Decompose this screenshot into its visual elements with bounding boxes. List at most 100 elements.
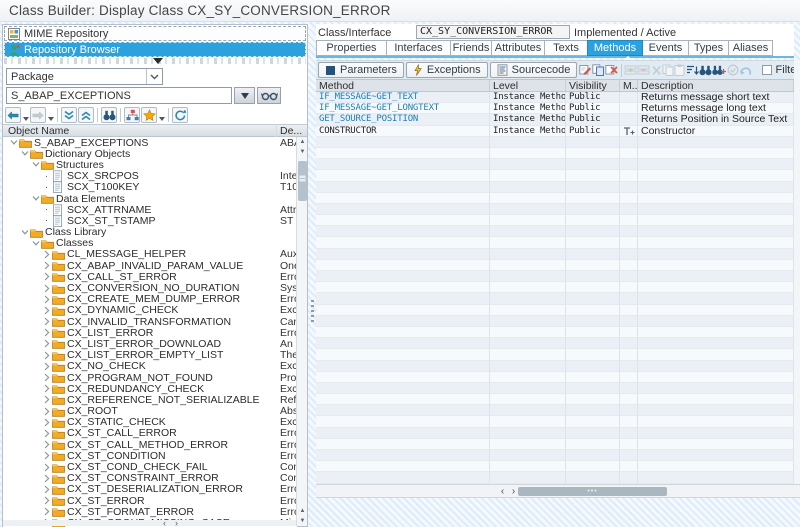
tree-item-cx_abap_invalid_param_value[interactable]: CX_ABAP_INVALID_PARAM_VALUEOne pa: [3, 260, 297, 271]
tree-item-s_abap_exceptions[interactable]: S_ABAP_EXCEPTIONSABAP F: [3, 137, 297, 148]
panel-resize-handle[interactable]: [153, 58, 163, 64]
chevron-expanded-icon[interactable]: [30, 195, 41, 202]
chevron-collapsed-icon[interactable]: [41, 384, 52, 393]
chevron-expanded-icon[interactable]: [19, 150, 30, 157]
tree-item-class library[interactable]: Class Library: [3, 227, 297, 238]
tree-item-classes[interactable]: Classes: [3, 238, 297, 249]
chevron-collapsed-icon[interactable]: [41, 496, 52, 505]
tab-attributes[interactable]: Attributes: [491, 40, 545, 56]
column-m[interactable]: M..: [620, 80, 638, 91]
scrollbar-thumb[interactable]: •••: [518, 487, 667, 496]
tree-item-cx_st_call_method_error[interactable]: CX_ST_CALL_METHOD_ERRORError in: [3, 439, 297, 450]
chevron-collapsed-icon[interactable]: [41, 284, 52, 293]
tab-friends[interactable]: Friends: [450, 40, 492, 56]
tree-item-cx_static_check[interactable]: CX_STATIC_CHECKExcept: [3, 417, 297, 428]
dropdown-arrow-icon[interactable]: [158, 107, 165, 123]
method-row-get_source_position[interactable]: GET_SOURCE_POSITIONInstance MethodPublic…: [316, 114, 794, 125]
chevron-expanded-icon[interactable]: [30, 161, 41, 168]
tree-item-cx_conversion_no_duration[interactable]: CX_CONVERSION_NO_DURATIONSystem: [3, 282, 297, 293]
chevron-collapsed-icon[interactable]: [41, 317, 52, 326]
delete-method-icon[interactable]: [605, 63, 618, 78]
tree-item-scx_attrname[interactable]: ·SCX_ATTRNAMEAttribut: [3, 204, 297, 215]
tree-item-cx_program_not_found[interactable]: CX_PROGRAM_NOT_FOUNDProgra: [3, 372, 297, 383]
scroll-down-icon[interactable]: ▼: [297, 516, 308, 526]
tab-interfaces[interactable]: Interfaces: [386, 40, 451, 56]
chevron-collapsed-icon[interactable]: [41, 328, 52, 337]
chevron-collapsed-icon[interactable]: [41, 451, 52, 460]
back-arrow-button[interactable]: [5, 107, 21, 123]
method-name[interactable]: IF_MESSAGE~GET_LONGTEXT: [316, 103, 490, 114]
tree-item-cx_no_check[interactable]: CX_NO_CHECKExcept: [3, 361, 297, 372]
chevron-expanded-icon[interactable]: [8, 139, 19, 146]
signature-icon[interactable]: [579, 63, 592, 78]
column-description[interactable]: Description: [638, 80, 794, 91]
scroll-up-icon[interactable]: ▲: [297, 506, 308, 516]
chevron-collapsed-icon[interactable]: [41, 418, 52, 427]
chevron-collapsed-icon[interactable]: [41, 429, 52, 438]
tree-item-dictionary objects[interactable]: Dictionary Objects: [3, 148, 297, 159]
tree-item-cx_dynamic_check[interactable]: CX_DYNAMIC_CHECKExcept: [3, 305, 297, 316]
tab-properties[interactable]: Properties: [316, 40, 387, 56]
nav-item-repository-browser[interactable]: Repository Browser: [4, 42, 306, 57]
chevron-expanded-icon[interactable]: [19, 229, 30, 236]
tab-methods[interactable]: Methods: [587, 40, 643, 56]
tree-item-cx_root[interactable]: CX_ROOTAbstra: [3, 406, 297, 417]
scroll-left-icon[interactable]: ‹: [497, 486, 508, 497]
tab-events[interactable]: Events: [642, 40, 689, 56]
chevron-collapsed-icon[interactable]: [41, 261, 52, 270]
panel-splitter[interactable]: [309, 24, 316, 527]
chevron-collapsed-icon[interactable]: [41, 250, 52, 259]
method-name[interactable]: CONSTRUCTOR: [316, 126, 490, 137]
dropdown-arrow-icon[interactable]: [22, 107, 29, 123]
tree-item-cx_invalid_transformation[interactable]: CX_INVALID_TRANSFORMATIONCannot: [3, 316, 297, 327]
tree-item-cx_list_error_download[interactable]: CX_LIST_ERROR_DOWNLOADAn erro: [3, 338, 297, 349]
chevron-collapsed-icon[interactable]: [41, 440, 52, 449]
tree-item-cx_st_condition[interactable]: CX_ST_CONDITIONError P: [3, 450, 297, 461]
tree-item-cl_message_helper[interactable]: CL_MESSAGE_HELPERAuxiliar: [3, 249, 297, 260]
parameters-button[interactable]: Parameters: [318, 62, 404, 78]
chevron-collapsed-icon[interactable]: [41, 474, 52, 483]
chevron-collapsed-icon[interactable]: [41, 463, 52, 472]
collapse-all-button[interactable]: [61, 107, 77, 123]
copy-method-icon[interactable]: [592, 63, 605, 78]
tree-item-cx_reference_not_serializable[interactable]: CX_REFERENCE_NOT_SERIALIZABLERefere: [3, 394, 297, 405]
tree-item-data elements[interactable]: Data Elements: [3, 193, 297, 204]
method-name[interactable]: IF_MESSAGE~GET_TEXT: [316, 92, 490, 103]
tree-item-scx_t100key[interactable]: ·SCX_T100KEYT100 K: [3, 182, 297, 193]
chevron-expanded-icon[interactable]: [30, 240, 41, 247]
scroll-right-icon[interactable]: ›: [175, 520, 178, 526]
sort-icon[interactable]: [686, 63, 699, 78]
favorites-star-button[interactable]: [141, 107, 157, 123]
nav-item-mime-repository[interactable]: MIME Repository: [4, 26, 306, 41]
tab-texts[interactable]: Texts: [544, 40, 588, 56]
chevron-collapsed-icon[interactable]: [41, 395, 52, 404]
tree-item-cx_call_st_error[interactable]: CX_CALL_ST_ERRORError D: [3, 271, 297, 282]
chevron-collapsed-icon[interactable]: [41, 295, 52, 304]
package-dropdown-button[interactable]: [234, 87, 255, 104]
tree-item-cx_list_error_empty_list[interactable]: CX_LIST_ERROR_EMPTY_LISTThe list: [3, 350, 297, 361]
chevron-collapsed-icon[interactable]: [41, 485, 52, 494]
tree-item-cx_list_error[interactable]: CX_LIST_ERRORError in: [3, 327, 297, 338]
chevron-collapsed-icon[interactable]: [41, 306, 52, 315]
chevron-collapsed-icon[interactable]: [41, 339, 52, 348]
browse-scope-dropdown[interactable]: Package: [6, 68, 163, 85]
scrollbar-thumb[interactable]: [298, 161, 307, 201]
scroll-left-icon[interactable]: ‹: [163, 520, 166, 526]
display-button[interactable]: [257, 87, 281, 104]
tree-item-scx_st_tstamp[interactable]: ·SCX_ST_TSTAMPST Tim: [3, 215, 297, 226]
tree-item-cx_st_cond_check_fail[interactable]: CX_ST_COND_CHECK_FAILConditi: [3, 461, 297, 472]
scroll-down-icon[interactable]: ▼: [297, 147, 308, 157]
tree-item-cx_redundancy_check[interactable]: CX_REDUNDANCY_CHECKExcept: [3, 383, 297, 394]
chevron-collapsed-icon[interactable]: [41, 507, 52, 516]
expand-all-button[interactable]: [78, 107, 94, 123]
tree-item-cx_st_format_error[interactable]: CX_ST_FORMAT_ERRORError P: [3, 506, 297, 517]
column-level[interactable]: Level: [490, 80, 566, 91]
tree-vertical-scrollbar[interactable]: ▲ ▼ ▲ ▼: [296, 137, 307, 526]
chevron-collapsed-icon[interactable]: [41, 373, 52, 382]
tree-item-cx_create_mem_dump_error[interactable]: CX_CREATE_MEM_DUMP_ERRORError w: [3, 294, 297, 305]
column-visibility[interactable]: Visibility: [566, 80, 620, 91]
chevron-collapsed-icon[interactable]: [41, 351, 52, 360]
chevron-collapsed-icon[interactable]: [41, 407, 52, 416]
exceptions-button[interactable]: Exceptions: [406, 62, 488, 78]
tree-item-structures[interactable]: Structures: [3, 159, 297, 170]
